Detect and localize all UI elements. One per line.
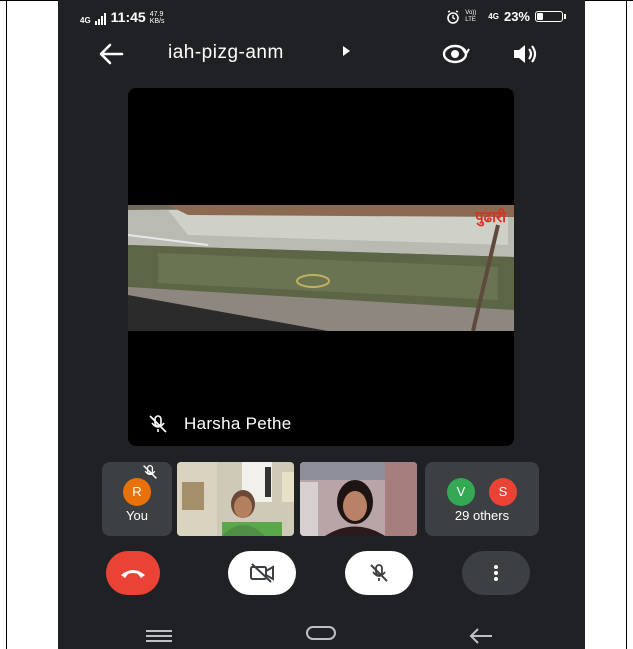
battery-icon — [535, 11, 566, 22]
self-label: You — [126, 508, 148, 523]
frame-left-border — [6, 0, 7, 649]
mic-toggle-button[interactable] — [345, 551, 413, 595]
participant-video-image — [177, 462, 294, 536]
tank-video-image — [128, 205, 514, 331]
others-avatar-s: S — [489, 478, 517, 506]
shared-video-frame: पुढारी — [128, 205, 514, 331]
video-off-icon — [250, 563, 274, 583]
mic-off-icon — [370, 564, 388, 582]
battery-percent: 23% — [503, 9, 530, 24]
main-tile-footer: Harsha Pethe — [148, 414, 292, 434]
end-call-button[interactable] — [106, 551, 160, 595]
caret-right-icon[interactable] — [343, 46, 350, 56]
participant-name: Harsha Pethe — [184, 414, 292, 433]
self-tile[interactable]: R You — [102, 462, 172, 536]
status-bar: 4G 11:45 47.9 KB/s Vo)) LTE 4G 23% — [58, 0, 585, 34]
participant-video-tile[interactable] — [300, 462, 417, 536]
volte-label: Vo)) LTE — [465, 9, 477, 23]
mic-off-icon — [149, 415, 167, 433]
system-nav-bar — [58, 622, 585, 649]
speed-value: 47.9 — [149, 11, 164, 18]
participant-video-image — [300, 462, 417, 536]
others-avatar-v: V — [447, 478, 475, 506]
phone-hangup-icon — [121, 570, 145, 578]
participant-video-tile[interactable] — [177, 462, 294, 536]
mobile-data-label: 4G — [488, 12, 499, 21]
battery-fill — [537, 13, 543, 20]
frame-right-border — [626, 0, 627, 649]
channel-watermark: पुढारी — [475, 209, 506, 226]
network-type: 4G — [80, 16, 91, 25]
mic-off-icon — [143, 464, 157, 479]
phone-screen: 4G 11:45 47.9 KB/s Vo)) LTE 4G 23% iah-p… — [58, 0, 585, 649]
status-time: 11:45 — [110, 9, 146, 25]
network-speed: 47.9 KB/s — [150, 11, 165, 25]
alarm-icon — [447, 9, 460, 24]
others-count-label: 29 others — [454, 508, 510, 523]
self-avatar: R — [123, 478, 151, 506]
speaker-icon[interactable] — [510, 40, 540, 68]
speed-unit: KB/s — [149, 18, 165, 25]
status-right: Vo)) LTE 4G 23% — [446, 9, 566, 24]
camera-switch-icon[interactable] — [440, 40, 470, 68]
battery-cap — [564, 14, 566, 19]
more-vertical-icon — [494, 565, 498, 581]
meeting-top-bar: iah-pizg-anm — [58, 34, 585, 74]
main-video-tile[interactable]: पुढारी Harsha Pethe — [128, 88, 514, 446]
meeting-code[interactable]: iah-pizg-anm — [168, 42, 284, 64]
arrow-left-icon[interactable] — [96, 40, 126, 68]
camera-toggle-button[interactable] — [228, 551, 296, 595]
status-left: 4G 11:45 47.9 KB/s — [80, 9, 165, 25]
nav-back-icon[interactable] — [468, 628, 494, 644]
signal-icon — [94, 13, 106, 25]
recent-apps-icon[interactable] — [146, 630, 172, 642]
home-icon[interactable] — [306, 626, 336, 640]
more-options-button[interactable] — [462, 551, 530, 595]
others-tile[interactable]: V S 29 others — [425, 462, 539, 536]
